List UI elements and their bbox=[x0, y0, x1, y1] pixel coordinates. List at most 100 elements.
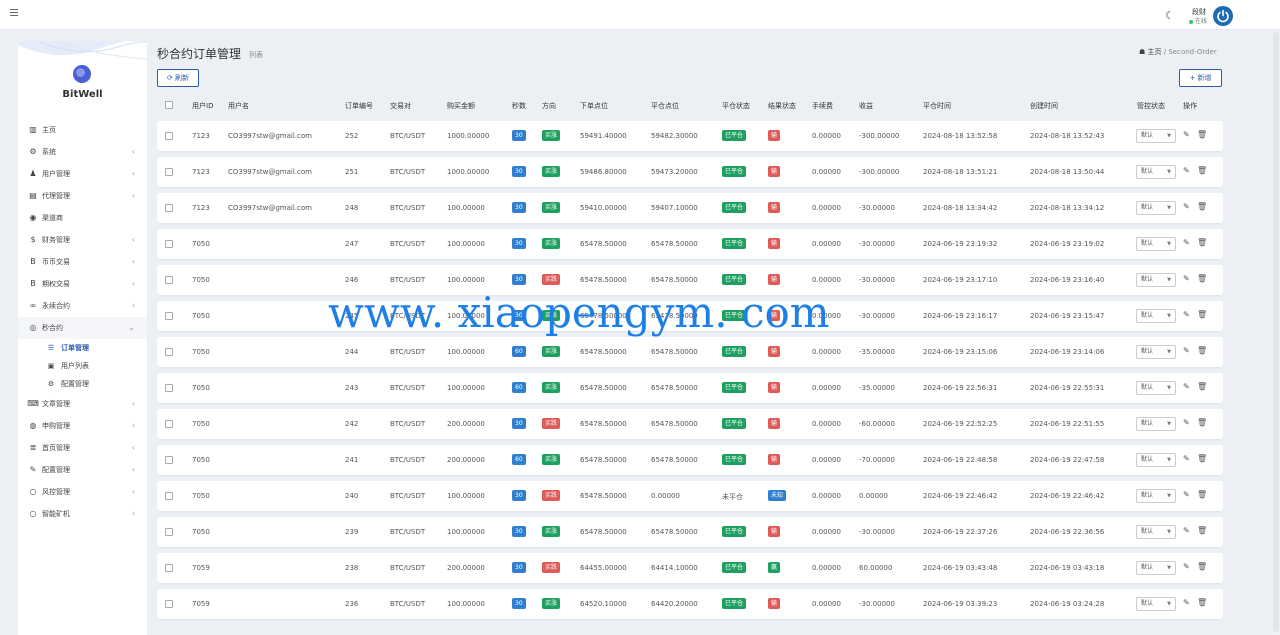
edit-icon[interactable]: ✎ bbox=[1183, 563, 1190, 571]
control-status-select[interactable]: 默认 ▼ bbox=[1136, 417, 1176, 431]
row-checkbox[interactable] bbox=[165, 528, 173, 536]
delete-icon[interactable]: 🗑 bbox=[1197, 599, 1207, 607]
delete-icon[interactable]: 🗑 bbox=[1197, 167, 1207, 175]
sidebar-item[interactable]: B 币币交易 ‹ bbox=[18, 251, 147, 273]
control-status-select[interactable]: 默认 ▼ bbox=[1136, 561, 1176, 575]
row-checkbox[interactable] bbox=[165, 600, 173, 608]
edit-icon[interactable]: ✎ bbox=[1183, 167, 1190, 175]
row-checkbox[interactable] bbox=[165, 168, 173, 176]
table-row[interactable]: 7123 CO3997stw@gmail.com 248 BTC/USDT 100.00… bbox=[157, 193, 1223, 223]
delete-icon[interactable]: 🗑 bbox=[1197, 347, 1207, 355]
sidebar-item[interactable]: B 期权交易 ‹ bbox=[18, 273, 147, 295]
sidebar-subitem[interactable]: ⚙ 配置管理 bbox=[18, 375, 147, 393]
table-row[interactable]: 7050 240 BTC/USDT 100.00000 30 买跌 65478.50000 0… bbox=[157, 481, 1223, 511]
row-checkbox[interactable] bbox=[165, 132, 173, 140]
edit-icon[interactable]: ✎ bbox=[1183, 419, 1190, 427]
edit-icon[interactable]: ✎ bbox=[1183, 347, 1190, 355]
breadcrumb-home[interactable]: 主页 bbox=[1148, 48, 1162, 56]
row-checkbox[interactable] bbox=[165, 420, 173, 428]
table-row[interactable]: 7050 242 BTC/USDT 200.00000 30 买跌 65478.50000 6… bbox=[157, 409, 1223, 439]
control-status-select[interactable]: 默认 ▼ bbox=[1136, 309, 1176, 323]
control-status-select[interactable]: 默认 ▼ bbox=[1136, 237, 1176, 251]
row-checkbox[interactable] bbox=[165, 384, 173, 392]
delete-icon[interactable]: 🗑 bbox=[1197, 455, 1207, 463]
control-status-select[interactable]: 默认 ▼ bbox=[1136, 525, 1176, 539]
sidebar-item[interactable]: ✎ 配置管理 ‹ bbox=[18, 459, 147, 481]
select-all-checkbox[interactable] bbox=[165, 101, 173, 109]
control-status-select[interactable]: 默认 ▼ bbox=[1136, 345, 1176, 359]
breadcrumb-home-icon[interactable]: ☗ bbox=[1139, 48, 1145, 56]
table-row[interactable]: 7123 CO3997stw@gmail.com 252 BTC/USDT 1000.0… bbox=[157, 121, 1223, 151]
row-checkbox[interactable] bbox=[165, 564, 173, 572]
control-status-select[interactable]: 默认 ▼ bbox=[1136, 597, 1176, 611]
sidebar-item[interactable]: ≣ 首页管理 ‹ bbox=[18, 437, 147, 459]
column-header: 平仓时间 bbox=[923, 102, 951, 110]
sidebar-subitem[interactable]: ▣ 用户列表 bbox=[18, 357, 147, 375]
page-scrollbar[interactable] bbox=[1272, 30, 1280, 635]
edit-icon[interactable]: ✎ bbox=[1183, 491, 1190, 499]
row-checkbox[interactable] bbox=[165, 492, 173, 500]
sidebar-item[interactable]: ♟ 用户管理 ‹ bbox=[18, 163, 147, 185]
sidebar-item[interactable]: ⚙ 系统 ‹ bbox=[18, 141, 147, 163]
sidebar-item[interactable]: ◎ 秒合约 ⌄ bbox=[18, 317, 147, 339]
row-checkbox[interactable] bbox=[165, 276, 173, 284]
edit-icon[interactable]: ✎ bbox=[1183, 239, 1190, 247]
row-checkbox[interactable] bbox=[165, 456, 173, 464]
sidebar-item[interactable]: ⌨ 文章管理 ‹ bbox=[18, 393, 147, 415]
edit-icon[interactable]: ✎ bbox=[1183, 599, 1190, 607]
refresh-button[interactable]: ⟳ 刷新 bbox=[157, 69, 199, 87]
control-status-select[interactable]: 默认 ▼ bbox=[1136, 201, 1176, 215]
sidebar-item[interactable]: ◉ 渠道商 bbox=[18, 207, 147, 229]
sidebar-item[interactable]: ∞ 永续合约 ‹ bbox=[18, 295, 147, 317]
delete-icon[interactable]: 🗑 bbox=[1197, 383, 1207, 391]
table-row[interactable]: 7059 236 BTC/USDT 100.00000 30 买涨 64520.10000 6… bbox=[157, 589, 1223, 619]
edit-icon[interactable]: ✎ bbox=[1183, 455, 1190, 463]
table-row[interactable]: 7050 244 BTC/USDT 100.00000 60 买涨 65478.50000 6… bbox=[157, 337, 1223, 367]
delete-icon[interactable]: 🗑 bbox=[1197, 239, 1207, 247]
table-row[interactable]: 7123 CO3997stw@gmail.com 251 BTC/USDT 1000.0… bbox=[157, 157, 1223, 187]
table-row[interactable]: 7050 243 BTC/USDT 100.00000 60 买涨 65478.50000 6… bbox=[157, 373, 1223, 403]
sidebar-item[interactable]: ○ 智能矿机 ‹ bbox=[18, 503, 147, 525]
sidebar-item[interactable]: ▥ 主页 bbox=[18, 119, 147, 141]
edit-icon[interactable]: ✎ bbox=[1183, 311, 1190, 319]
control-status-select[interactable]: 默认 ▼ bbox=[1136, 273, 1176, 287]
control-status-select[interactable]: 默认 ▼ bbox=[1136, 453, 1176, 467]
row-checkbox[interactable] bbox=[165, 204, 173, 212]
sidebar-item[interactable]: ▤ 代理管理 ‹ bbox=[18, 185, 147, 207]
edit-icon[interactable]: ✎ bbox=[1183, 275, 1190, 283]
sidebar-item-label: 配置管理 bbox=[42, 466, 70, 474]
edit-icon[interactable]: ✎ bbox=[1183, 131, 1190, 139]
row-checkbox[interactable] bbox=[165, 348, 173, 356]
row-checkbox[interactable] bbox=[165, 240, 173, 248]
delete-icon[interactable]: 🗑 bbox=[1197, 275, 1207, 283]
table-row[interactable]: 7050 246 BTC/USDT 100.00000 30 买跌 65478.50000 6… bbox=[157, 265, 1223, 295]
delete-icon[interactable]: 🗑 bbox=[1197, 131, 1207, 139]
row-checkbox[interactable] bbox=[165, 312, 173, 320]
edit-icon[interactable]: ✎ bbox=[1183, 527, 1190, 535]
table-row[interactable]: 7050 247 BTC/USDT 100.00000 30 买涨 65478.50000 6… bbox=[157, 229, 1223, 259]
control-status-select[interactable]: 默认 ▼ bbox=[1136, 489, 1176, 503]
delete-icon[interactable]: 🗑 bbox=[1197, 563, 1207, 571]
hamburger-menu-icon[interactable] bbox=[10, 9, 18, 17]
table-row[interactable]: 7050 239 BTC/USDT 100.00000 30 买涨 65478.50000 6… bbox=[157, 517, 1223, 547]
delete-icon[interactable]: 🗑 bbox=[1197, 311, 1207, 319]
table-row[interactable]: 7059 238 BTC/USDT 200.00000 30 买跌 64455.00000 6… bbox=[157, 553, 1223, 583]
edit-icon[interactable]: ✎ bbox=[1183, 383, 1190, 391]
sidebar-item[interactable]: ◍ 申购管理 ‹ bbox=[18, 415, 147, 437]
avatar[interactable] bbox=[1213, 6, 1233, 26]
delete-icon[interactable]: 🗑 bbox=[1197, 491, 1207, 499]
add-button[interactable]: + 新增 bbox=[1179, 69, 1222, 87]
control-status-select[interactable]: 默认 ▼ bbox=[1136, 381, 1176, 395]
table-row[interactable]: 7050 241 BTC/USDT 200.00000 60 买涨 65478.50000 6… bbox=[157, 445, 1223, 475]
dark-mode-moon-icon[interactable]: ☾ bbox=[1165, 10, 1175, 21]
delete-icon[interactable]: 🗑 bbox=[1197, 419, 1207, 427]
sidebar-item[interactable]: $ 财务管理 ‹ bbox=[18, 229, 147, 251]
table-row[interactable]: 7050 245 BTC/USDT 100.00000 30 买涨 65478.50000 6… bbox=[157, 301, 1223, 331]
delete-icon[interactable]: 🗑 bbox=[1197, 203, 1207, 211]
delete-icon[interactable]: 🗑 bbox=[1197, 527, 1207, 535]
control-status-select[interactable]: 默认 ▼ bbox=[1136, 129, 1176, 143]
sidebar-item[interactable]: ○ 风控管理 ‹ bbox=[18, 481, 147, 503]
sidebar-subitem[interactable]: ☰ 订单管理 bbox=[18, 339, 147, 357]
control-status-select[interactable]: 默认 ▼ bbox=[1136, 165, 1176, 179]
edit-icon[interactable]: ✎ bbox=[1183, 203, 1190, 211]
